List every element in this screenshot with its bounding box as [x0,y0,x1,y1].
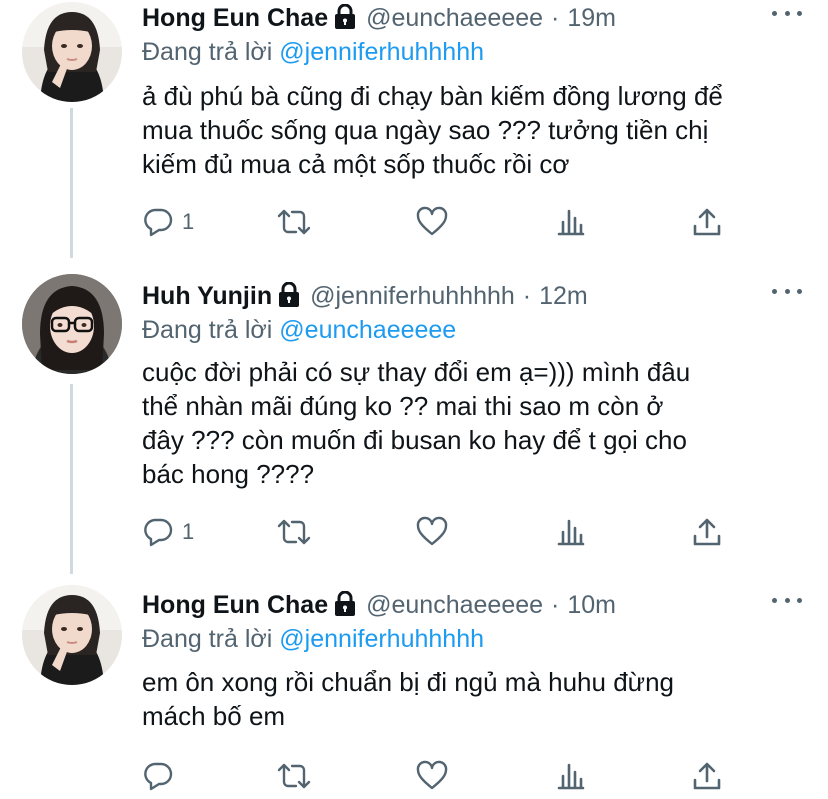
avatar[interactable] [22,2,122,102]
author-handle[interactable]: @eunchaeeeee [366,4,543,33]
tweet-header: Huh Yunjin @jenniferhuhhhhh · 12m [142,278,588,314]
tweet-text: cuộc đời phải có sự thay đổi em ạ=))) mì… [142,355,792,491]
retweet-button[interactable] [276,759,312,793]
replying-to: Đang trả lời @eunchaeeeee [142,316,456,345]
analytics-button[interactable] [556,759,586,793]
analytics-button[interactable] [556,205,586,239]
tweet-text: em ôn xong rồi chuẩn bị đi ngủ mà huhu đ… [142,665,792,733]
tweet-text-line: mua thuốc sống qua ngày sao ??? tưởng ti… [142,115,709,145]
analytics-icon [556,760,586,792]
author-handle[interactable]: @eunchaeeeee [366,591,543,620]
lock-icon [334,3,356,30]
tweet-text: ả đù phú bà cũng đi chạy bàn kiếm đồng l… [142,79,792,181]
separator-dot: · [551,590,560,619]
share-icon [692,760,722,792]
like-icon [416,760,448,792]
more-icon[interactable] [772,593,802,607]
like-button[interactable] [416,759,448,793]
replying-to-handle[interactable]: @jenniferhuhhhhh [279,625,484,653]
replying-to-handle[interactable]: @eunchaeeeee [279,316,456,344]
reply-icon [142,206,174,238]
tweet-actions: 1 [142,205,722,239]
analytics-button[interactable] [556,515,586,549]
share-icon [692,516,722,548]
tweet-actions: 1 [142,515,722,549]
reply-button[interactable]: 1 [142,515,194,549]
tweet[interactable]: Huh Yunjin @jenniferhuhhhhh · 12m Đang t… [0,274,828,568]
avatar[interactable] [22,274,122,374]
replying-to-label: Đang trả lời [142,38,273,66]
reply-count: 1 [182,519,195,544]
timestamp[interactable]: 10m [567,591,616,620]
tweet-header: Hong Eun Chae @eunchaeeeee · 10m [142,587,616,623]
tweet-header: Hong Eun Chae @eunchaeeeee · 19m [142,0,616,36]
tweet-actions [142,759,722,793]
replying-to: Đang trả lời @jenniferhuhhhhh [142,38,484,67]
tweet[interactable]: Hong Eun Chae @eunchaeeeee · 19m Đang tr… [0,0,828,260]
separator-dot: · [522,281,532,310]
replying-to-label: Đang trả lời [142,316,273,344]
lock-icon [334,590,356,617]
replying-to: Đang trả lời @jenniferhuhhhhh [142,625,484,654]
reply-count: 1 [182,209,195,234]
reply-icon [142,516,174,548]
like-icon [416,206,448,238]
like-button[interactable] [416,205,448,239]
tweet[interactable]: Hong Eun Chae @eunchaeeeee · 10m Đang tr… [0,585,828,799]
author-name[interactable]: Huh Yunjin [142,282,272,311]
retweet-icon [276,516,312,548]
tweet-text-line: đây ??? còn muốn đi busan ko hay để t gọ… [142,425,687,455]
share-button[interactable] [692,759,722,793]
retweet-button[interactable] [276,205,312,239]
tweet-text-line: bác hong ???? [142,459,315,489]
author-handle[interactable]: @jenniferhuhhhhh [310,282,515,311]
lock-icon [278,281,300,308]
analytics-icon [556,206,586,238]
tweet-text-line: ả đù phú bà cũng đi chạy bàn kiếm đồng l… [142,81,723,111]
timestamp[interactable]: 19m [567,4,616,33]
share-button[interactable] [692,515,722,549]
reply-button[interactable] [142,759,182,793]
more-icon[interactable] [772,6,802,20]
reply-button[interactable]: 1 [142,205,194,239]
separator-dot: · [551,3,560,32]
tweet-text-line: cuộc đời phải có sự thay đổi em ạ=))) mì… [142,357,691,387]
share-button[interactable] [692,205,722,239]
avatar[interactable] [22,585,122,685]
retweet-icon [276,206,312,238]
retweet-button[interactable] [276,515,312,549]
more-icon[interactable] [772,284,802,298]
retweet-icon [276,760,312,792]
author-name[interactable]: Hong Eun Chae [142,4,328,33]
replying-to-handle[interactable]: @jenniferhuhhhhh [279,38,484,66]
author-name[interactable]: Hong Eun Chae [142,591,328,620]
tweet-text-line: kiếm đủ mua cả một sốp thuốc rồi cơ [142,149,570,179]
like-button[interactable] [416,515,448,549]
tweet-text-line: mách bố em [142,701,286,731]
reply-icon [142,760,174,792]
tweet-text-line: em ôn xong rồi chuẩn bị đi ngủ mà huhu đ… [142,667,674,697]
share-icon [692,206,722,238]
timestamp[interactable]: 12m [539,282,588,311]
analytics-icon [556,516,586,548]
replying-to-label: Đang trả lời [142,625,273,653]
tweet-text-line: thể nhàn mãi đúng ko ?? mai thi sao m cò… [142,391,664,421]
like-icon [416,516,448,548]
